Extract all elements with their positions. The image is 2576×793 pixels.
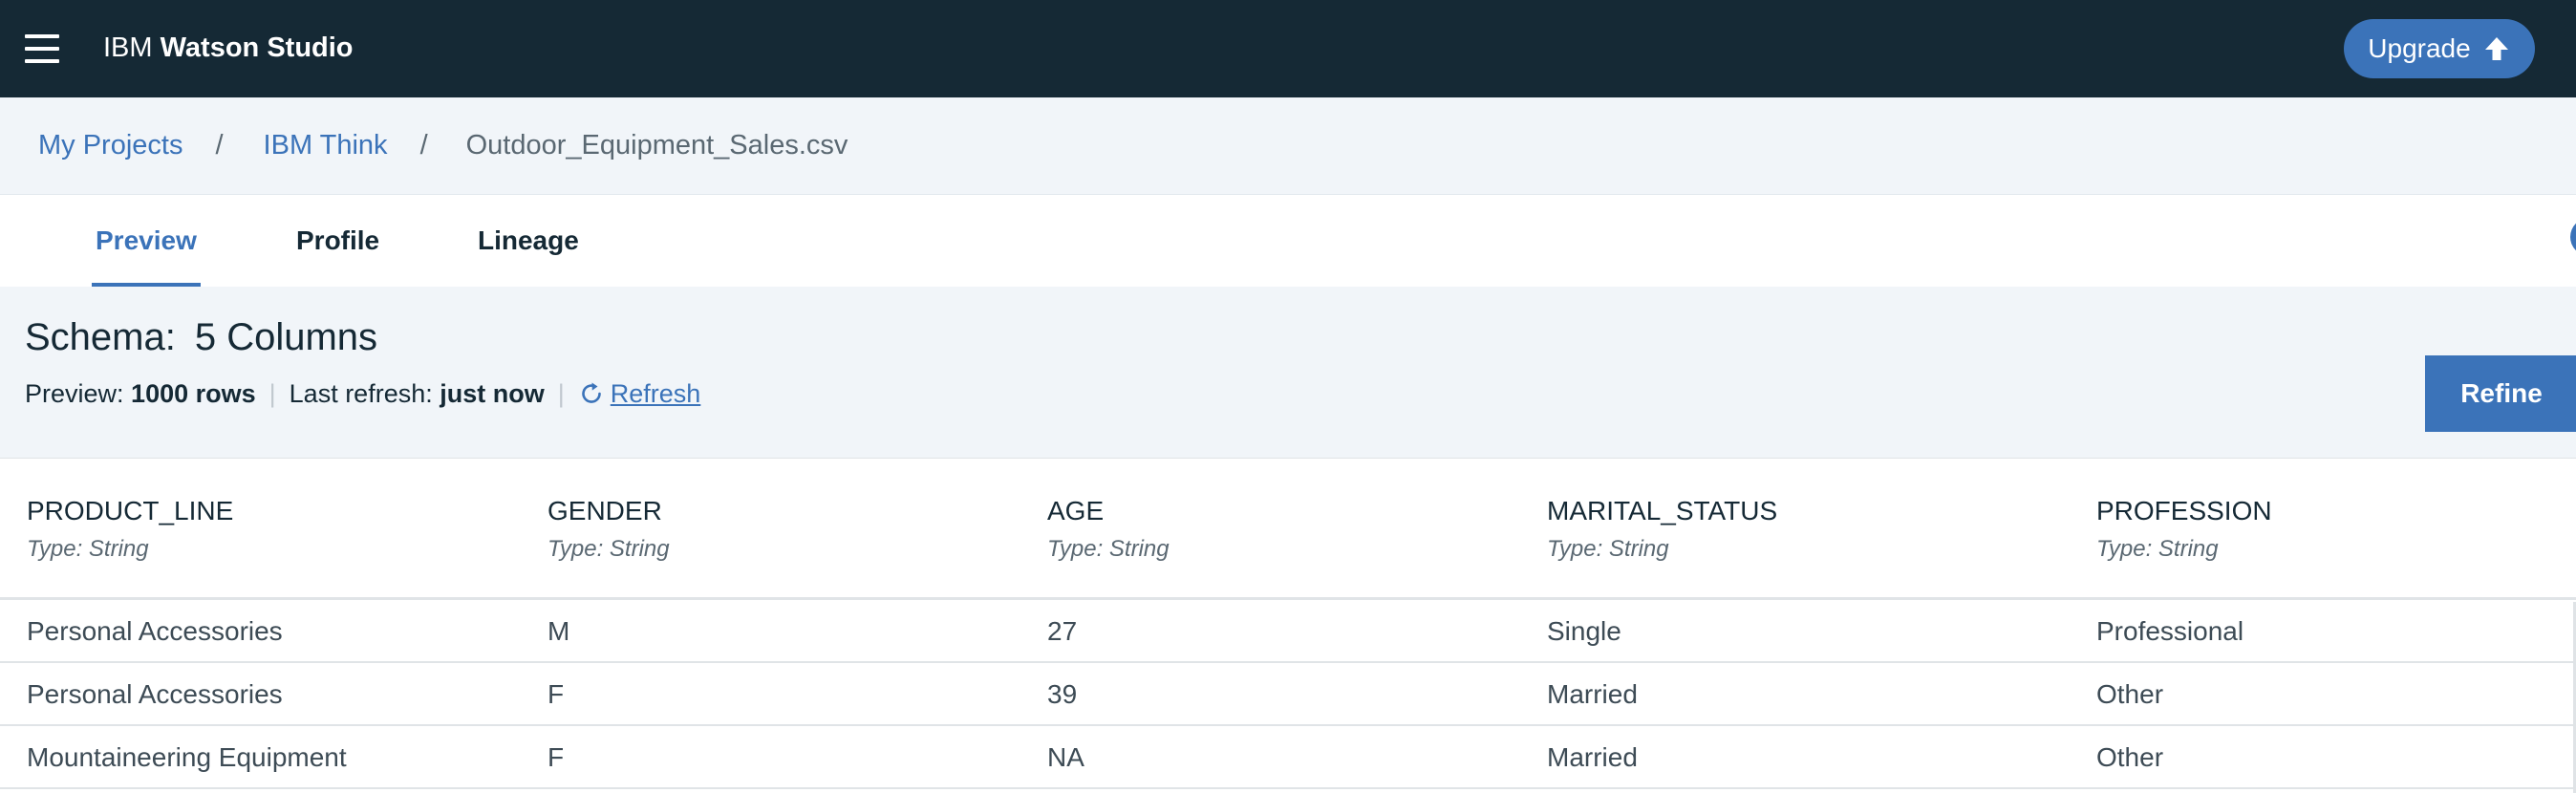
tab-bar: Preview Profile Lineage [0,195,2576,287]
column-name: AGE [1047,496,1105,525]
tab-preview[interactable]: Preview [96,222,197,260]
table-cell: M [547,616,570,646]
refresh-link[interactable]: Refresh [611,375,701,413]
top-navigation-bar: IBM Watson Studio Upgrade [0,0,2576,97]
column-name: PRODUCT_LINE [27,496,234,525]
schema-label: Schema: [25,316,176,358]
hamburger-menu-icon[interactable] [25,34,59,63]
column-header-gender[interactable]: GENDER Type: String [547,493,670,566]
table-row: Mountaineering Equipment F NA Married Ot… [0,726,2576,789]
brand-prefix: IBM [103,32,153,63]
table-cell: Other [2096,679,2164,709]
breadcrumb-ibm-think[interactable]: IBM Think [264,126,388,164]
column-header-age[interactable]: AGE Type: String [1047,493,1170,566]
table-cell: 27 [1047,616,1078,646]
table-cell: Married [1547,742,1638,772]
table-cell: F [547,679,565,709]
column-header-marital-status[interactable]: MARITAL_STATUS Type: String [1547,493,1777,566]
column-type: Type: String [27,536,149,562]
table-cell: Mountaineering Equipment [27,742,347,772]
table-cell: Professional [2096,616,2244,646]
preview-meta: Preview: 1000 rows | Last refresh: just … [25,375,700,413]
table-cell: Personal Accessories [27,616,283,646]
column-header-product-line[interactable]: PRODUCT_LINE Type: String [27,493,233,566]
breadcrumb: My Projects / IBM Think / Outdoor_Equipm… [38,126,848,164]
app-brand[interactable]: IBM Watson Studio [103,29,354,67]
arrow-up-icon [2484,37,2508,60]
column-header-profession[interactable]: PROFESSION Type: String [2096,493,2272,566]
column-type: Type: String [1047,536,1170,562]
table-header: PRODUCT_LINE Type: String GENDER Type: S… [0,459,2576,600]
upgrade-label: Upgrade [2368,33,2471,63]
last-refresh-value: just now [440,379,545,408]
last-refresh-label: Last refresh: [289,379,433,408]
breadcrumb-my-projects[interactable]: My Projects [38,126,182,164]
column-name: GENDER [547,496,662,525]
table-cell: NA [1047,742,1084,772]
table-cell: Married [1547,679,1638,709]
tab-lineage[interactable]: Lineage [478,222,579,260]
table-cell: F [547,742,565,772]
schema-column-count: 5 Columns [194,316,378,358]
upgrade-button[interactable]: Upgrade [2344,19,2535,78]
refresh-icon[interactable] [578,380,605,407]
preview-row-count: 1000 rows [131,379,256,408]
column-name: MARITAL_STATUS [1547,496,1778,525]
data-preview-table: PRODUCT_LINE Type: String GENDER Type: S… [0,459,2576,789]
schema-summary: Schema: 5 Columns Preview: 1000 rows | La… [0,287,2576,459]
brand-name: Watson Studio [160,32,354,63]
column-type: Type: String [547,536,670,562]
meta-divider: | [268,379,276,408]
breadcrumb-separator: / [215,130,224,161]
column-name: PROFESSION [2096,496,2272,525]
column-type: Type: String [1547,536,1669,562]
table-row: Personal Accessories F 39 Married Other [0,663,2576,726]
table-cell: Other [2096,742,2164,772]
table-cell: Personal Accessories [27,679,283,709]
breadcrumb-separator: / [419,130,428,161]
schema-title: Schema: 5 Columns [25,313,377,361]
meta-divider: | [557,379,565,408]
column-type: Type: String [2096,536,2219,562]
breadcrumb-bar: My Projects / IBM Think / Outdoor_Equipm… [0,97,2576,195]
preview-label: Preview: [25,379,124,408]
table-cell: Single [1547,616,1621,646]
tab-profile[interactable]: Profile [296,222,379,260]
breadcrumb-current-file: Outdoor_Equipment_Sales.csv [465,130,848,161]
table-cell: 39 [1047,679,1078,709]
refine-button[interactable]: Refine [2425,355,2576,432]
table-row: Personal Accessories M 27 Single Profess… [0,600,2576,663]
